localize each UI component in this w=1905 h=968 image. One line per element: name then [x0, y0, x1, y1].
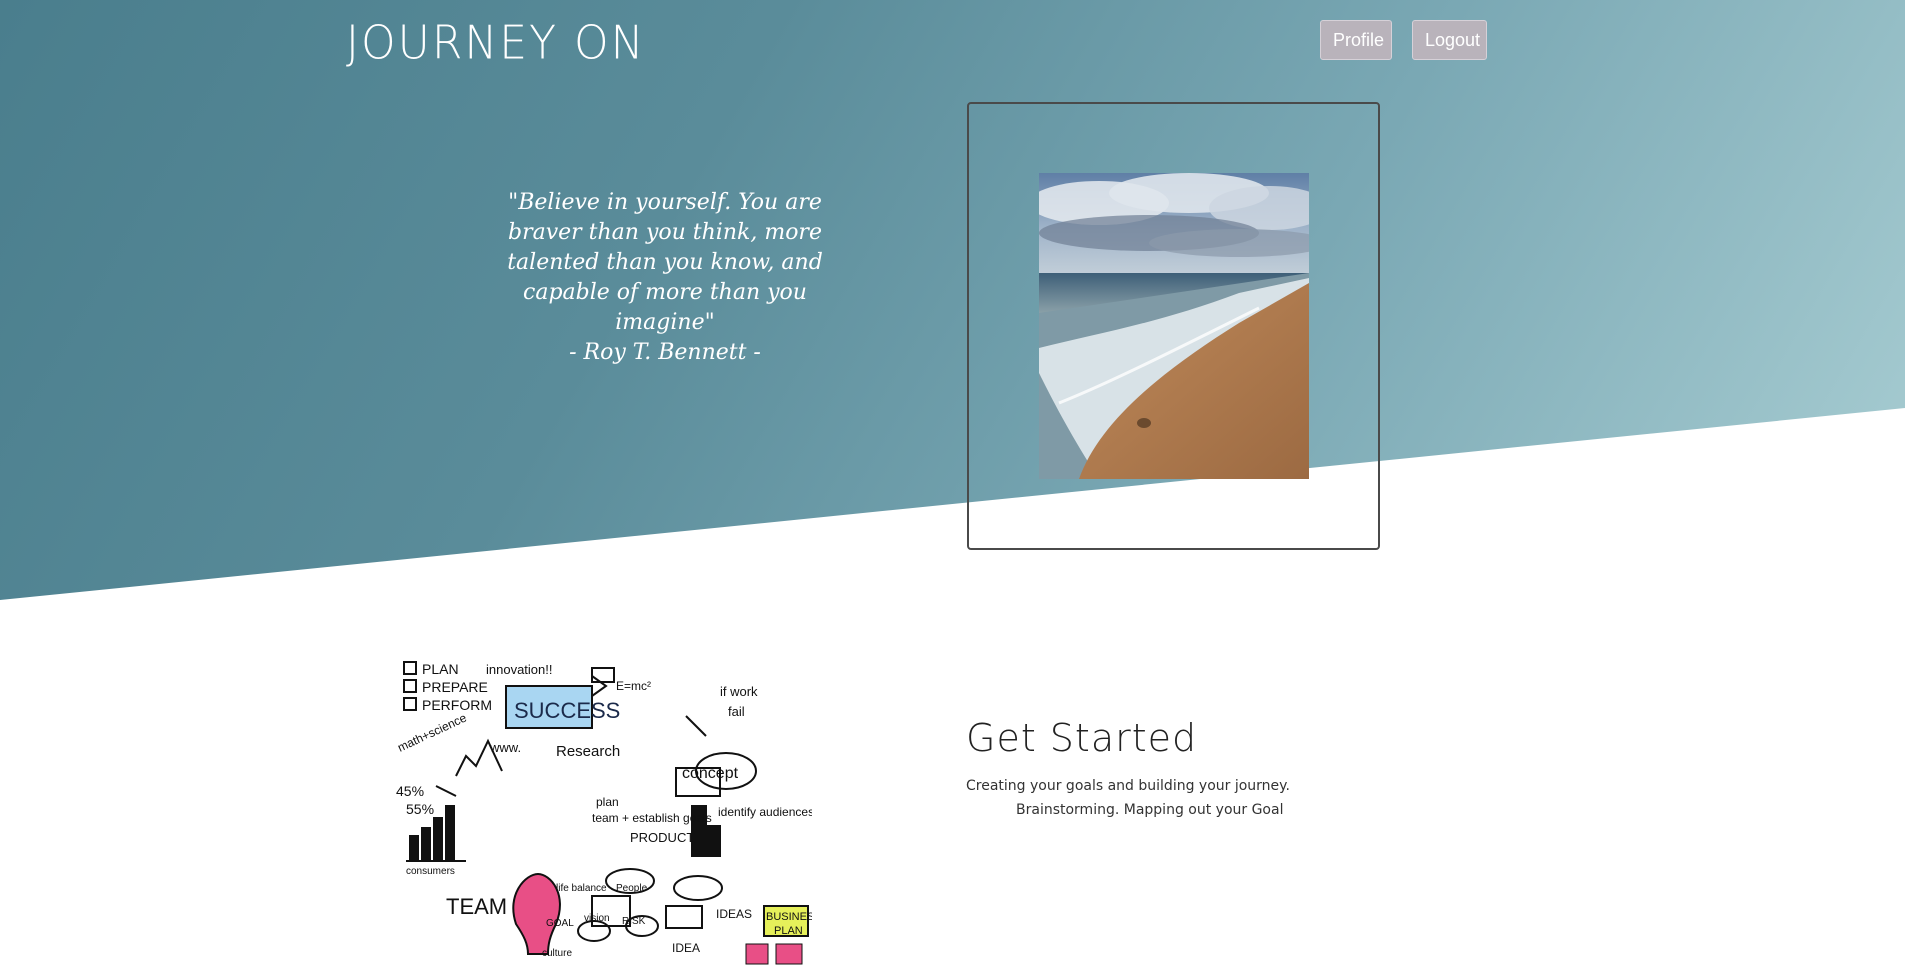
svg-text:consumers: consumers [406, 866, 455, 877]
svg-text:team + establish goals: team + establish goals [592, 811, 712, 825]
page: JOURNEY ON Profile Logout "Believe in yo… [0, 0, 1905, 968]
svg-text:IDEA: IDEA [672, 941, 700, 955]
svg-text:PRODUCT: PRODUCT [630, 830, 694, 845]
svg-text:concept: concept [682, 765, 739, 782]
svg-text:culture: culture [542, 948, 572, 959]
svg-text:PLAN: PLAN [774, 925, 803, 937]
svg-text:BUSINESS: BUSINESS [766, 911, 812, 923]
svg-text:vision: vision [584, 913, 610, 924]
svg-text:if work: if work [720, 684, 758, 699]
svg-text:55%: 55% [406, 801, 434, 817]
svg-text:www.: www. [489, 740, 521, 755]
svg-text:PREPARE: PREPARE [422, 679, 488, 695]
svg-text:RISK: RISK [622, 916, 646, 927]
get-started-line-1: Creating your goals and building your jo… [966, 778, 1290, 794]
svg-text:TEAM: TEAM [446, 894, 507, 919]
beach-photo [1039, 173, 1309, 479]
svg-text:Research: Research [556, 743, 620, 760]
get-started-line-2: Brainstorming. Mapping out your Goal [1016, 802, 1284, 818]
svg-text:fail: fail [728, 704, 745, 719]
svg-text:math+science: math+science [396, 710, 469, 754]
svg-text:PLAN: PLAN [422, 661, 459, 677]
svg-text:innovation!!: innovation!! [486, 662, 553, 677]
get-started-title: Get Started [966, 716, 1198, 760]
svg-text:45%: 45% [396, 783, 424, 799]
svg-text:E=mc²: E=mc² [616, 679, 651, 693]
svg-text:life balance: life balance [556, 883, 607, 894]
svg-text:SUCCESS: SUCCESS [514, 698, 620, 723]
svg-text:PERFORM: PERFORM [422, 697, 492, 713]
profile-button[interactable]: Profile [1320, 20, 1392, 60]
logout-button[interactable]: Logout [1412, 20, 1487, 60]
svg-text:People: People [616, 883, 648, 894]
svg-text:identify audiences!: identify audiences! [718, 805, 812, 819]
success-sketch-illustration: PLAN PREPARE PERFORM innovation!! SUCCES… [396, 656, 812, 968]
brand-logo[interactable]: JOURNEY ON [346, 17, 646, 71]
svg-text:GOAL: GOAL [546, 918, 574, 929]
svg-text:IDEAS: IDEAS [716, 907, 752, 921]
quote-author: - Roy T. Bennett - [569, 340, 761, 365]
hero-quote: "Believe in yourself. You are braver tha… [507, 190, 823, 335]
hero-background [0, 0, 1905, 600]
svg-text:plan: plan [596, 795, 619, 809]
